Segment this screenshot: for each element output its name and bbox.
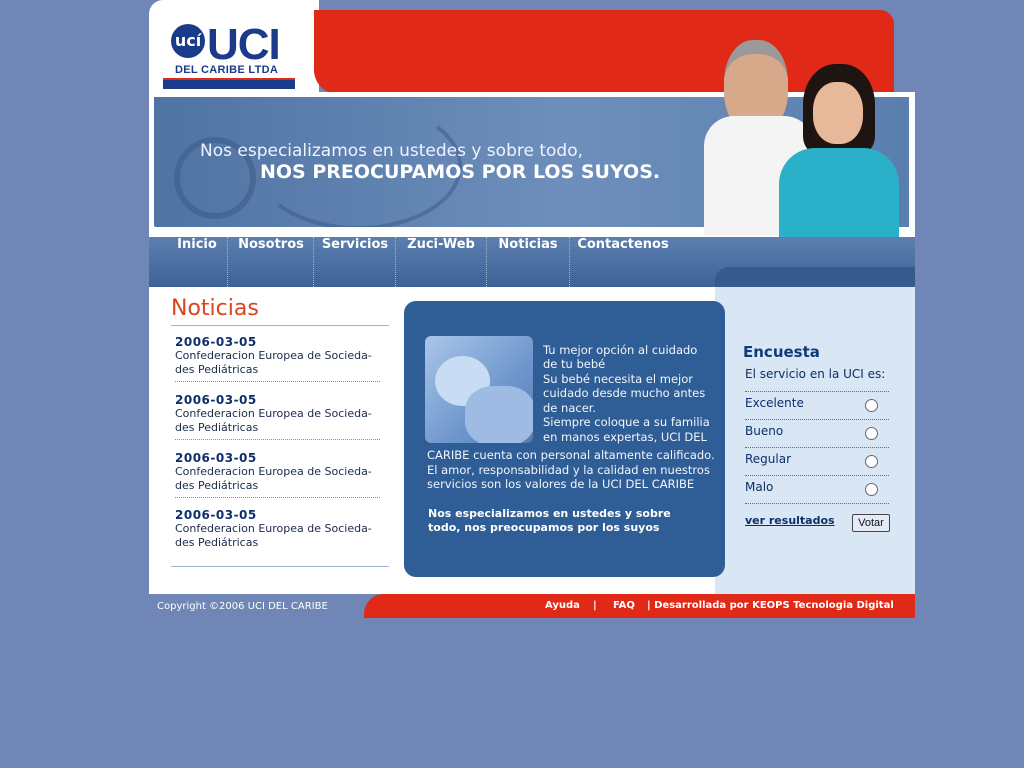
news-divider (175, 439, 380, 440)
nav-separator (313, 237, 314, 287)
news-headline-line1[interactable]: Confederacion Europea de Socieda- (175, 407, 385, 421)
intro-highlight-line: Nos especializamos en ustedes y sobre (428, 507, 671, 520)
intro-text-line: de nacer. (543, 401, 597, 415)
logo-tagline-bar (163, 78, 295, 89)
footer-developer-link[interactable]: | Desarrollada por KEOPS Tecnologia Digi… (647, 600, 894, 611)
survey-radio-excelente[interactable] (865, 399, 878, 412)
survey-divider (745, 475, 889, 476)
vote-button[interactable]: Votar (852, 514, 890, 532)
news-date: 2006-03-05 (175, 451, 257, 465)
logo-mark-icon: ucí (171, 24, 205, 58)
survey-option-label: Bueno (745, 424, 784, 438)
news-item[interactable]: 2006-03-05 Confederacion Europea de Soci… (175, 335, 385, 382)
intro-highlight: Nos especializamos en ustedes y sobre to… (428, 507, 718, 535)
news-headline-line2[interactable]: des Pediátricas (175, 479, 385, 493)
intro-text-line: El amor, responsabilidad y la calidad en… (427, 463, 710, 477)
survey-results-link[interactable]: ver resultados (745, 514, 835, 527)
main-nav: Inicio Nosotros Servicios Zuci-Web Notic… (149, 237, 915, 287)
news-divider (175, 497, 380, 498)
news-item[interactable]: 2006-03-05 Confederacion Europea de Soci… (175, 451, 385, 498)
nav-item-nosotros[interactable]: Nosotros (229, 237, 313, 287)
survey-divider-row (745, 503, 889, 510)
survey-option-label: Excelente (745, 396, 804, 410)
nurse-image (779, 64, 899, 238)
news-bottom-rule (171, 566, 389, 567)
survey-option-label: Malo (745, 480, 774, 494)
intro-text-line: cuidado desde mucho antes (543, 386, 706, 400)
news-headline-line1[interactable]: Confederacion Europea de Socieda- (175, 465, 385, 479)
news-headline-line1[interactable]: Confederacion Europea de Socieda- (175, 349, 385, 363)
nav-item-inicio[interactable]: Inicio (167, 237, 227, 287)
survey-divider (745, 391, 889, 392)
news-item[interactable]: 2006-03-05 Confederacion Europea de Soci… (175, 393, 385, 440)
intro-box: Tu mejor opción al cuidado de tu bebé Su… (404, 301, 725, 577)
intro-text-line: Tu mejor opción al cuidado (543, 343, 698, 357)
news-date: 2006-03-05 (175, 393, 257, 407)
news-date: 2006-03-05 (175, 508, 257, 522)
survey-radio-malo[interactable] (865, 483, 878, 496)
survey-option-label: Regular (745, 452, 792, 466)
footer-copyright: Copyright ©2006 UCI DEL CARIBE (157, 601, 328, 612)
logo-brand: UCI (207, 20, 281, 69)
intro-text-line: servicios son los valores de la UCI DEL … (427, 477, 695, 491)
news-divider (175, 381, 380, 382)
nav-separator (569, 237, 570, 287)
nav-item-zuci-web[interactable]: Zuci-Web (397, 237, 485, 287)
baby-image (425, 336, 533, 443)
news-title-rule (171, 325, 389, 326)
nav-separator (227, 237, 228, 287)
logo[interactable]: ucí UCI DEL CARIBE LTDA (163, 20, 297, 92)
news-date: 2006-03-05 (175, 335, 257, 349)
news-headline-line2[interactable]: des Pediátricas (175, 363, 385, 377)
survey-divider (745, 503, 889, 504)
nav-item-noticias[interactable]: Noticias (488, 237, 568, 287)
intro-text-line: de tu bebé (543, 357, 606, 371)
survey-radio-regular[interactable] (865, 455, 878, 468)
survey-radio-bueno[interactable] (865, 427, 878, 440)
nav-item-contactenos[interactable]: Contactenos (571, 237, 675, 287)
footer-faq-link[interactable]: FAQ (613, 600, 635, 611)
footer-help-link[interactable]: Ayuda (545, 600, 580, 611)
nav-separator (395, 237, 396, 287)
page-container: ucí UCI DEL CARIBE LTDA Nos especializam… (149, 0, 915, 620)
intro-text-line: CARIBE cuenta con personal altamente cal… (427, 448, 715, 462)
intro-highlight-line: todo, nos preocupamos por los suyos (428, 521, 660, 534)
survey-title: Encuesta (743, 343, 820, 361)
intro-text-line: en manos expertas, UCI DEL (543, 430, 707, 444)
news-item[interactable]: 2006-03-05 Confederacion Europea de Soci… (175, 508, 385, 550)
nav-right-cap (715, 267, 915, 287)
intro-text-line: Su bebé necesita el mejor (543, 372, 693, 386)
banner-slogan-line1: Nos especializamos en ustedes y sobre to… (200, 141, 583, 161)
news-title: Noticias (171, 296, 259, 321)
footer-separator: | (593, 600, 597, 611)
news-headline-line2[interactable]: des Pediátricas (175, 536, 385, 550)
banner-slogan-line2: NOS PREOCUPAMOS POR LOS SUYOS. (260, 161, 661, 183)
survey-question: El servicio en la UCI es: (745, 367, 886, 381)
news-headline-line1[interactable]: Confederacion Europea de Socieda- (175, 522, 385, 536)
nav-item-servicios[interactable]: Servicios (315, 237, 395, 287)
nav-separator (486, 237, 487, 287)
survey-divider (745, 447, 889, 448)
logo-subtitle: DEL CARIBE LTDA (175, 64, 279, 76)
survey-divider (745, 419, 889, 420)
intro-text-line: Siempre coloque a su familia (543, 415, 710, 429)
footer-bar: Ayuda | FAQ | Desarrollada por KEOPS Tec… (364, 594, 915, 618)
news-headline-line2[interactable]: des Pediátricas (175, 421, 385, 435)
